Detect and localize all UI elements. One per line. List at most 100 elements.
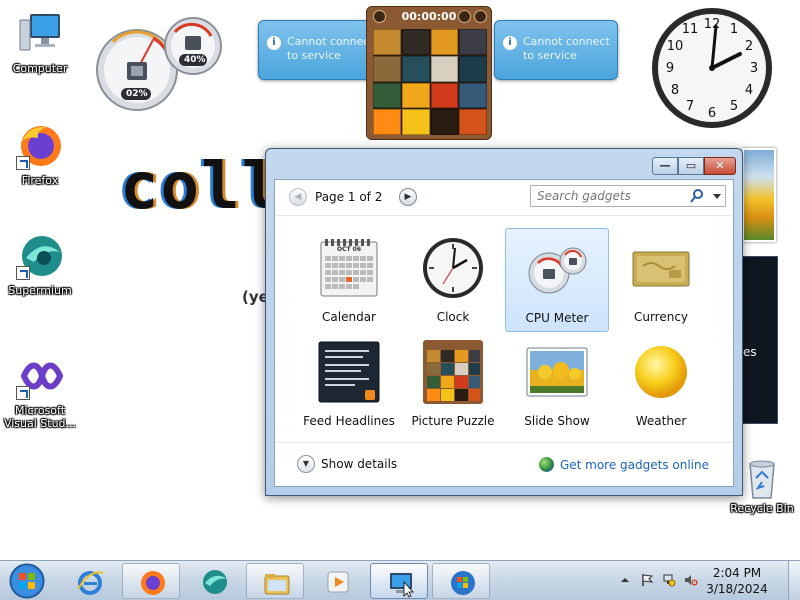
get-more-gadgets-link[interactable]: Get more gadgets online (538, 457, 709, 472)
gadget-message-text: Cannot connect to service (523, 35, 610, 62)
taskbar-supermium[interactable] (184, 563, 242, 599)
info-icon: i (503, 36, 517, 50)
gadget-gallery-window: — ▭ ✕ ◀ Page 1 of 2 ▶ Search gadgets OCT… (265, 148, 743, 496)
desktop-icon-label: Recycle Bin (730, 502, 794, 515)
desktop-icon-visual-studio[interactable]: Microsoft Visual Stud... (0, 352, 80, 430)
taskbar-time: 2:04 PM (712, 566, 762, 580)
globe-icon (538, 457, 554, 472)
shortcut-arrow-icon (16, 266, 30, 280)
start-button[interactable] (4, 562, 50, 600)
gadget-name: Calendar (322, 310, 376, 324)
puzzle-help-icon[interactable] (458, 10, 471, 23)
cpu-meter-gadget[interactable]: 02% 40% (95, 12, 225, 112)
supermium-icon (203, 570, 227, 594)
slideshow-gadget-photo (742, 148, 776, 242)
previous-page-button[interactable]: ◀ (289, 188, 307, 206)
background-dark-text: es (743, 345, 757, 359)
svg-text:8: 8 (671, 83, 679, 98)
tray-overflow-icon[interactable] (618, 573, 632, 587)
desktop-icon-label: Microsoft Visual Stud... (3, 404, 77, 430)
clock-gadget[interactable]: 12 1 2 345 678 9 10 11 (650, 6, 774, 130)
show-details-button[interactable]: ▼ Show details (297, 455, 397, 473)
network-icon[interactable] (662, 573, 676, 587)
gadgets-icon (390, 573, 414, 598)
action-center-flag-icon[interactable] (640, 573, 654, 587)
picture-puzzle-icon (421, 340, 485, 404)
gadget-calendar[interactable]: OCT 06 Calendar (297, 228, 401, 332)
svg-text:2: 2 (745, 39, 753, 54)
svg-text:6: 6 (708, 106, 716, 121)
gadget-weather[interactable]: Weather (609, 332, 713, 434)
svg-text:7: 7 (686, 99, 694, 114)
window-controls: — ▭ ✕ (652, 157, 736, 175)
chevron-down-icon[interactable] (711, 188, 723, 204)
media-player-icon (327, 571, 349, 593)
show-desktop-button[interactable] (788, 561, 800, 600)
gadget-name: Feed Headlines (303, 414, 395, 428)
supermium-icon (16, 232, 64, 280)
taskbar-windows[interactable] (432, 563, 490, 599)
weather-sun-icon (629, 340, 693, 404)
next-page-button[interactable]: ▶ (399, 188, 417, 206)
puzzle-tiles[interactable] (373, 29, 487, 135)
svg-text:12: 12 (704, 17, 721, 32)
taskbar-clock[interactable]: 2:04 PM 3/18/2024 (694, 565, 780, 597)
taskbar-firefox[interactable] (122, 563, 180, 599)
feed-headlines-icon (317, 340, 381, 404)
desktop-icon-supermium[interactable]: Supermium (0, 232, 80, 297)
gadget-list: OCT 06 Calendar Clock CPU Meter Currency… (297, 228, 727, 434)
desktop-icon-computer[interactable]: Computer (0, 10, 80, 75)
gadget-picture-puzzle[interactable]: Picture Puzzle (401, 332, 505, 434)
memory-percent: 40% (184, 55, 206, 65)
gadget-name: Currency (633, 310, 689, 324)
taskbar-media-player[interactable] (308, 563, 366, 599)
get-more-gadgets-label: Get more gadgets online (559, 457, 709, 472)
chevron-down-icon: ▼ (297, 455, 315, 473)
gallery-content: ◀ Page 1 of 2 ▶ Search gadgets OCT 06 Ca… (274, 179, 734, 487)
gallery-footer: ▼ Show details Get more gadgets online (275, 442, 733, 486)
clock-icon (421, 236, 485, 300)
taskbar-file-explorer[interactable] (246, 563, 304, 599)
gadget-feed-headlines[interactable]: Feed Headlines (297, 332, 401, 434)
weather-gadget-message-left[interactable]: i Cannot connect to service (258, 20, 382, 80)
chevron-right-icon: ▶ (404, 192, 412, 202)
svg-text:1: 1 (730, 22, 738, 37)
currency-icon (629, 236, 693, 300)
minimize-button[interactable]: — (652, 157, 678, 175)
system-tray (618, 573, 698, 587)
desktop-icon-label: Firefox (21, 174, 59, 187)
gadget-name: CPU Meter (525, 311, 589, 325)
internet-explorer-icon (77, 571, 104, 595)
minimize-icon: — (659, 159, 671, 172)
taskbar-internet-explorer[interactable] (60, 563, 118, 599)
gadget-name: Slide Show (524, 414, 590, 428)
shortcut-arrow-icon (16, 386, 30, 400)
svg-text:11: 11 (682, 22, 699, 37)
background-dark-panel: es (742, 256, 778, 424)
picture-puzzle-gadget[interactable]: 00:00:00 (366, 6, 492, 140)
svg-text:3: 3 (750, 61, 758, 76)
maximize-button[interactable]: ▭ (678, 157, 704, 175)
taskbar-gadgets[interactable] (370, 563, 428, 599)
gadget-slide-show[interactable]: Slide Show (505, 332, 609, 434)
gadget-clock[interactable]: Clock (401, 228, 505, 332)
svg-text:5: 5 (730, 99, 738, 114)
folder-icon (264, 574, 290, 595)
visual-studio-icon (16, 352, 64, 400)
gadget-cpu-meter[interactable]: CPU Meter (505, 228, 609, 332)
svg-text:9: 9 (666, 61, 674, 76)
svg-text:4: 4 (745, 83, 753, 98)
puzzle-shuffle-icon[interactable] (474, 10, 487, 23)
puzzle-clock-icon[interactable] (373, 10, 386, 23)
search-icon[interactable] (690, 188, 704, 204)
firefox-icon (16, 122, 64, 170)
weather-gadget-message-right[interactable]: i Cannot connect to service (494, 20, 618, 80)
desktop-icon-firefox[interactable]: Firefox (0, 122, 80, 187)
close-button[interactable]: ✕ (704, 157, 736, 175)
gadget-currency[interactable]: Currency (609, 228, 713, 332)
show-details-label: Show details (321, 457, 398, 471)
chevron-left-icon: ◀ (294, 192, 302, 202)
close-icon: ✕ (715, 159, 725, 172)
gadget-name: Picture Puzzle (411, 414, 495, 428)
computer-icon (16, 10, 64, 58)
